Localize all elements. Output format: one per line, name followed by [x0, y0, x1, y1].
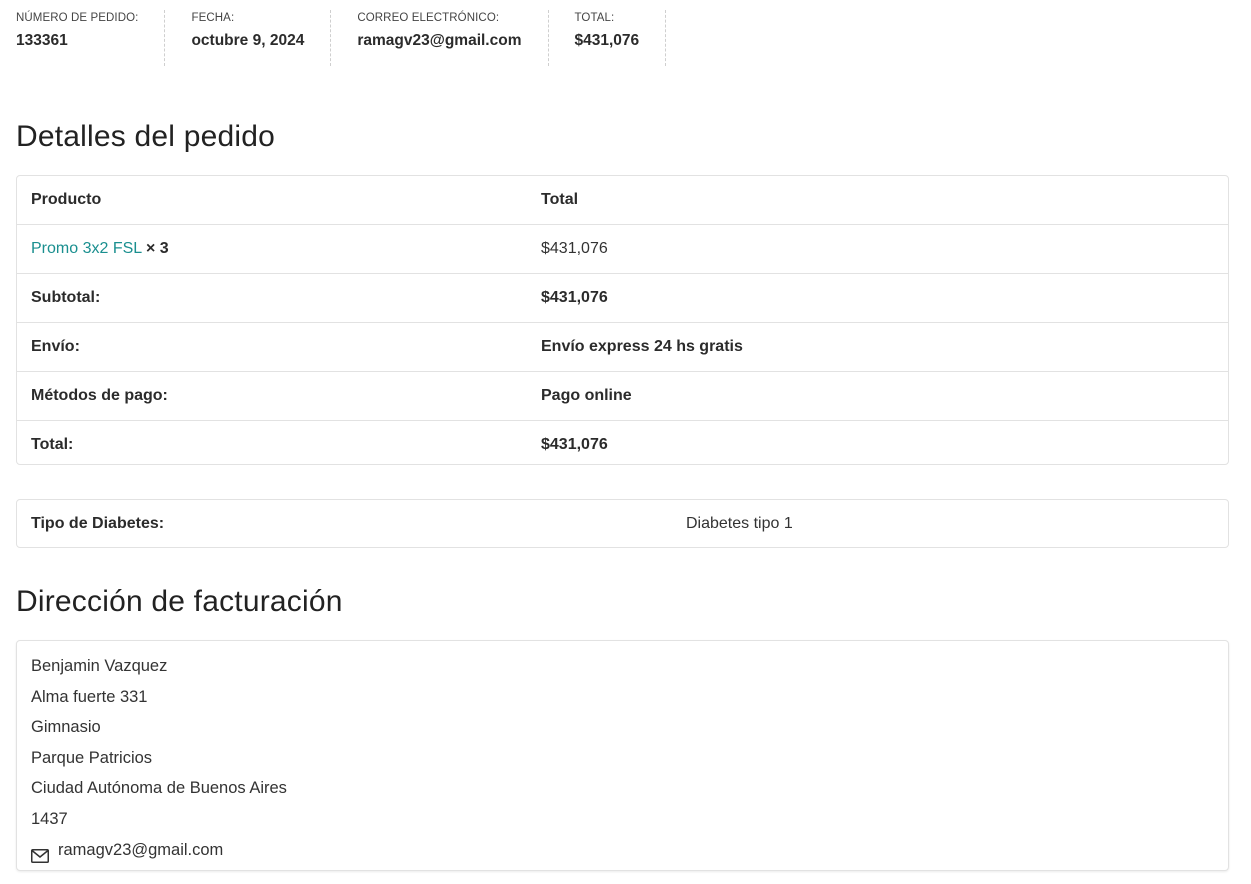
total-value: $431,076 — [541, 436, 608, 453]
table-row: Métodos de pago: Pago online — [17, 372, 1228, 421]
order-total-value: $431,076 — [574, 32, 640, 49]
product-link[interactable]: Promo 3x2 FSL — [31, 240, 142, 257]
order-overview: NÚMERO DE PEDIDO: 133361 FECHA: octubre … — [16, 10, 667, 66]
order-date: FECHA: octubre 9, 2024 — [191, 10, 332, 66]
order-date-value: octubre 9, 2024 — [191, 32, 305, 49]
order-number-label: NÚMERO DE PEDIDO: — [16, 12, 139, 24]
billing-address-title: Dirección de facturación — [16, 585, 343, 618]
order-email: CORREO ELECTRÓNICO: ramagv23@gmail.com — [357, 10, 549, 66]
table-header-row: Producto Total — [17, 176, 1228, 225]
table-row: Tipo de Diabetes: Diabetes tipo 1 — [17, 500, 1228, 547]
payment-method-value: Pago online — [541, 387, 632, 404]
product-total: $431,076 — [541, 240, 608, 257]
order-total: TOTAL: $431,076 — [575, 10, 667, 66]
order-number: NÚMERO DE PEDIDO: 133361 — [16, 10, 166, 66]
table-row: Promo 3x2 FSL × 3 $431,076 — [17, 225, 1228, 274]
billing-address-box: Benjamin Vazquez Alma fuerte 331 Gimnasi… — [16, 640, 1229, 871]
shipping-value: Envío express 24 hs gratis — [541, 338, 743, 355]
total-label: Total: — [31, 436, 74, 453]
address-street: Alma fuerte 331 — [31, 687, 148, 706]
order-details-table: Producto Total Promo 3x2 FSL × 3 $431,07… — [16, 175, 1229, 465]
order-details-title: Detalles del pedido — [16, 120, 275, 153]
header-total: Total — [541, 191, 579, 208]
address-email-value: ramagv23@gmail.com — [58, 840, 224, 859]
product-quantity: × 3 — [146, 240, 169, 257]
address-name: Benjamin Vazquez — [31, 657, 168, 675]
order-email-value: ramagv23@gmail.com — [357, 32, 522, 49]
address-neighborhood: Parque Patricios — [31, 748, 153, 767]
order-number-value: 133361 — [16, 32, 68, 49]
order-total-label: TOTAL: — [574, 12, 615, 24]
address-email: ramagv23@gmail.com — [31, 835, 1214, 866]
envelope-icon — [31, 843, 49, 863]
address-line-2: Gimnasio — [31, 718, 101, 737]
table-row: Envío: Envío express 24 hs gratis — [17, 323, 1228, 372]
subtotal-value: $431,076 — [541, 289, 608, 306]
subtotal-label: Subtotal: — [31, 289, 101, 306]
shipping-label: Envío: — [31, 338, 80, 355]
table-row: Subtotal: $431,076 — [17, 274, 1228, 323]
address-city: Ciudad Autónoma de Buenos Aires — [31, 779, 287, 798]
diabetes-type-label: Tipo de Diabetes: — [31, 514, 165, 532]
header-product: Producto — [31, 191, 102, 208]
diabetes-type-value: Diabetes tipo 1 — [686, 514, 793, 532]
address-postcode: 1437 — [31, 809, 68, 828]
order-email-label: CORREO ELECTRÓNICO: — [357, 12, 500, 24]
payment-method-label: Métodos de pago: — [31, 387, 168, 404]
product-cell: Promo 3x2 FSL × 3 — [17, 240, 541, 258]
table-row: Total: $431,076 — [17, 421, 1228, 469]
diabetes-type-table: Tipo de Diabetes: Diabetes tipo 1 — [16, 499, 1229, 548]
order-date-label: FECHA: — [191, 12, 235, 24]
